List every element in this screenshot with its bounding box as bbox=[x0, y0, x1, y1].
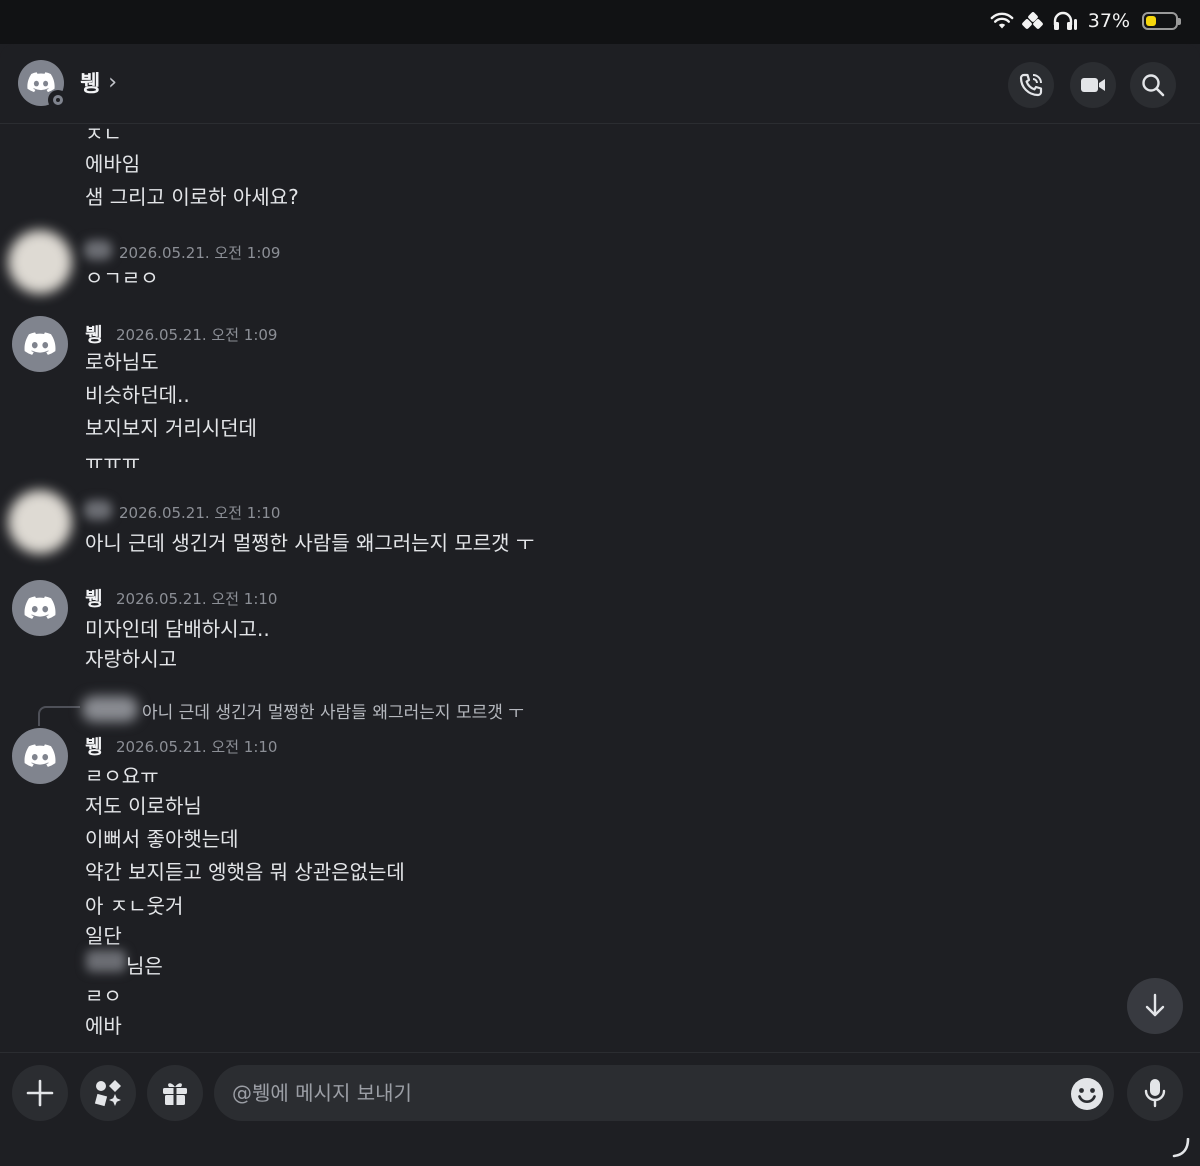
message-line: 자랑하시고 bbox=[85, 647, 177, 671]
presence-indicator bbox=[48, 90, 68, 110]
message-timestamp: 2026.05.21. 오전 1:10 bbox=[116, 590, 278, 608]
message-line: 약간 보지듣고 엥햇음 뭐 상관은없는데 bbox=[85, 860, 405, 884]
message-line: 에바 bbox=[85, 1014, 122, 1038]
search-button[interactable] bbox=[1130, 62, 1176, 108]
message-line: 저도 이로하님 bbox=[85, 794, 202, 818]
message-line: 샘 그리고 이로하 아세요? bbox=[85, 185, 299, 209]
discord-logo-icon bbox=[24, 331, 56, 355]
status-bar: 37% bbox=[0, 0, 1200, 44]
author-name[interactable]: 뷍 bbox=[85, 732, 102, 759]
battery-percent: 37% bbox=[1087, 10, 1130, 32]
voice-call-icon bbox=[1019, 73, 1043, 97]
message-line: 님은 bbox=[126, 954, 163, 978]
author-name[interactable]: 뷍 bbox=[85, 320, 102, 347]
message-line: 비슷하던데.. bbox=[85, 383, 190, 407]
message-line: 미자인데 담배하시고.. bbox=[85, 617, 270, 641]
add-attachment-button[interactable] bbox=[12, 1065, 68, 1121]
channel-header: 뷍 › bbox=[0, 44, 1200, 124]
video-call-button[interactable] bbox=[1070, 62, 1116, 108]
message-line: ㅠㅠㅠ bbox=[85, 450, 141, 474]
avatar[interactable] bbox=[12, 580, 68, 636]
message-composer bbox=[0, 1052, 1200, 1166]
message-list[interactable]: ㅈㄴ 에바임 샘 그리고 이로하 아세요? 2026.05.21. 오전 1:0… bbox=[0, 124, 1200, 1052]
author-name[interactable] bbox=[84, 500, 112, 520]
discord-logo-icon bbox=[24, 743, 56, 767]
message-line: ㅇㄱㄹㅇ bbox=[85, 266, 159, 284]
channel-title[interactable]: 뷍 › bbox=[80, 66, 117, 98]
jump-to-bottom-button[interactable] bbox=[1127, 978, 1183, 1034]
message-line: 아니 근데 생긴거 멀쩡한 사람들 왜그러는지 모르갯 ㅜ bbox=[85, 531, 535, 555]
avatar[interactable] bbox=[8, 230, 72, 294]
message-line: ㅈㄴ bbox=[85, 124, 122, 146]
avatar[interactable] bbox=[12, 728, 68, 784]
chevron-right-icon: › bbox=[108, 69, 118, 95]
discord-logo-icon bbox=[24, 595, 56, 619]
message-timestamp: 2026.05.21. 오전 1:09 bbox=[116, 326, 278, 344]
battery-level bbox=[1146, 16, 1157, 26]
discord-logo-icon bbox=[27, 72, 55, 93]
avatar[interactable] bbox=[8, 490, 72, 554]
headphones-icon bbox=[1053, 11, 1077, 30]
message-line: 이뻐서 좋아햇는데 bbox=[85, 827, 239, 851]
message-line: 일단 bbox=[85, 924, 122, 948]
gift-icon bbox=[163, 1083, 187, 1105]
channel-name: 뷍 bbox=[80, 72, 101, 97]
channel-avatar[interactable] bbox=[18, 60, 68, 110]
author-name[interactable]: 뷍 bbox=[85, 584, 102, 611]
reply-connector bbox=[38, 706, 80, 726]
message-timestamp: 2026.05.21. 오전 1:09 bbox=[119, 244, 281, 262]
avatar[interactable] bbox=[12, 316, 68, 372]
status-icons: 37% bbox=[990, 10, 1181, 32]
gift-button[interactable] bbox=[147, 1065, 203, 1121]
microphone-icon bbox=[1144, 1079, 1166, 1108]
message-timestamp: 2026.05.21. 오전 1:10 bbox=[119, 504, 281, 522]
reply-preview[interactable]: 아니 근데 생긴거 멀쩡한 사람들 왜그러는지 모르갯 ㅜ bbox=[142, 698, 524, 723]
video-call-icon bbox=[1081, 78, 1105, 92]
message-timestamp: 2026.05.21. 오전 1:10 bbox=[116, 738, 278, 756]
search-icon bbox=[1142, 74, 1165, 97]
message-line: ㄹㅇ bbox=[85, 984, 122, 1008]
voice-message-button[interactable] bbox=[1127, 1065, 1183, 1121]
voice-call-button[interactable] bbox=[1008, 62, 1054, 108]
message-line: 로하님도 bbox=[85, 350, 159, 374]
message-line: 보지보지 거리시던데 bbox=[85, 416, 257, 440]
reply-author[interactable] bbox=[82, 696, 138, 722]
apps-icon bbox=[94, 1080, 121, 1107]
plus-icon bbox=[26, 1079, 54, 1107]
message-field[interactable] bbox=[214, 1065, 1114, 1121]
message-line: 에바임 bbox=[85, 152, 141, 176]
link-icon bbox=[1021, 12, 1043, 29]
message-line: 아 ㅈㄴ웃거 bbox=[85, 894, 184, 918]
message-line: ㄹㅇ요ㅠ bbox=[85, 764, 159, 788]
home-indicator-icon bbox=[1172, 1138, 1190, 1158]
message-input[interactable] bbox=[232, 1065, 1062, 1121]
arrow-down-icon bbox=[1145, 993, 1165, 1017]
emoji-icon[interactable] bbox=[1070, 1077, 1104, 1111]
battery-icon bbox=[1142, 12, 1181, 30]
author-name[interactable] bbox=[84, 240, 112, 260]
wifi-icon bbox=[990, 12, 1014, 29]
redacted-mention bbox=[86, 950, 126, 972]
apps-button[interactable] bbox=[80, 1065, 136, 1121]
